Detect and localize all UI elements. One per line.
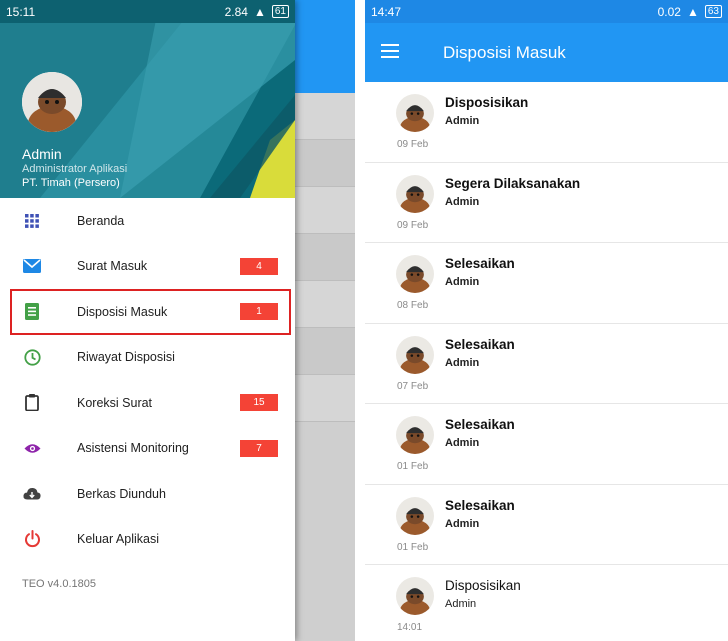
sender-name: Admin <box>445 598 477 610</box>
drawer-header: 15:11 2.84 ▲ 61 Admin Administrator Apli… <box>0 0 295 198</box>
mail-icon <box>23 257 41 275</box>
count-badge: 1 <box>240 303 278 321</box>
app-bar: Disposisi Masuk <box>365 23 728 82</box>
navigation-drawer: 15:11 2.84 ▲ 61 Admin Administrator Apli… <box>0 0 295 641</box>
disposition-date: 09 Feb <box>397 139 429 150</box>
avatar <box>396 335 434 374</box>
disposition-title: Segera Dilaksanakan <box>445 175 581 191</box>
menu-item-asistensi-monitoring[interactable]: Asistensi Monitoring 7 <box>0 426 295 472</box>
battery-icon: 61 <box>271 5 289 18</box>
page-title: Disposisi Masuk <box>443 42 566 62</box>
profile-role: Administrator Aplikasi <box>22 163 128 175</box>
screen-divider <box>355 0 365 641</box>
menu-item-label: Beranda <box>77 213 125 228</box>
disposition-title: Disposisikan <box>445 578 521 593</box>
app-version: TEO v4.0.1805 <box>22 578 96 590</box>
profile-organization: PT. Timah (Persero) <box>22 177 120 189</box>
menu-item-keluar-aplikasi[interactable]: Keluar Aplikasi <box>0 517 295 563</box>
list-item[interactable]: Selesaikan Admin 08 Feb <box>365 243 728 324</box>
avatar <box>396 255 434 293</box>
menu-item-koreksi-surat[interactable]: Koreksi Surat 15 <box>0 380 295 426</box>
count-badge: 7 <box>240 439 278 457</box>
menu-item-label: Disposisi Masuk <box>77 304 168 319</box>
list-item[interactable]: Disposisikan Admin 09 Feb <box>365 82 728 163</box>
list-item[interactable]: Disposisikan Admin 14:01 <box>365 565 728 641</box>
count-badge: 4 <box>240 257 278 275</box>
signal-icon: ▲ <box>686 4 699 19</box>
clock-icon <box>23 348 41 366</box>
avatar <box>396 416 434 454</box>
menu-item-riwayat-disposisi[interactable]: Riwayat Disposisi <box>0 335 295 381</box>
left-screen: 15:11 2.84 ▲ 61 Admin Administrator Apli… <box>0 0 365 641</box>
disposition-title: Selesaikan <box>445 497 515 513</box>
disposition-title: Selesaikan <box>445 256 515 271</box>
status-time: 14:47 <box>371 4 402 19</box>
list-item[interactable]: Selesaikan Admin 01 Feb <box>365 484 728 565</box>
network-speed: 0.02 <box>657 4 681 19</box>
right-screen: 14:47 0.02 ▲ 63 Disposisi Masuk Disposis… <box>365 0 728 641</box>
menu-icon[interactable] <box>381 44 399 58</box>
status-bar: 14:47 0.02 ▲ 63 <box>365 0 728 23</box>
menu-item-label: Surat Masuk <box>77 259 148 274</box>
disposition-date: 09 Feb <box>397 219 429 231</box>
status-bar: 15:11 2.84 ▲ 61 <box>0 0 295 23</box>
disposition-date: 08 Feb <box>397 300 429 311</box>
grid-icon <box>23 212 41 230</box>
menu-item-label: Berkas Diunduh <box>77 486 166 501</box>
menu-item-label: Keluar Aplikasi <box>77 532 159 547</box>
drawer-menu: Beranda Surat Masuk 4 Disposisi Masuk 1 <box>0 198 295 562</box>
menu-item-berkas-diunduh[interactable]: Berkas Diunduh <box>0 471 295 517</box>
menu-item-label: Koreksi Surat <box>77 395 153 410</box>
menu-item-surat-masuk[interactable]: Surat Masuk 4 <box>0 244 295 290</box>
cloud-download-icon <box>23 485 41 503</box>
disposition-title: Selesaikan <box>445 417 515 432</box>
disposition-date: 07 Feb <box>397 380 429 392</box>
menu-item-label: Riwayat Disposisi <box>77 350 175 365</box>
avatar <box>396 496 434 535</box>
eye-icon <box>23 439 41 457</box>
disposition-title: Selesaikan <box>445 336 515 352</box>
disposition-title: Disposisikan <box>445 95 529 110</box>
profile-name: Admin <box>22 146 62 162</box>
list-item[interactable]: Selesaikan Admin 01 Feb <box>365 404 728 485</box>
count-badge: 15 <box>240 394 278 412</box>
signal-icon: ▲ <box>253 4 266 19</box>
sender-name: Admin <box>445 115 480 127</box>
avatar[interactable] <box>22 72 82 132</box>
sender-name: Admin <box>445 276 480 288</box>
sender-name: Admin <box>445 437 480 449</box>
menu-item-label: Asistensi Monitoring <box>77 441 189 456</box>
avatar <box>396 174 434 213</box>
list-item[interactable]: Selesaikan Admin 07 Feb <box>365 323 728 404</box>
disposition-list: Disposisikan Admin 09 Feb Segera Dilaksanak… <box>365 82 728 641</box>
clipboard-icon <box>23 394 41 412</box>
disposition-date: 14:01 <box>397 622 423 633</box>
menu-item-disposisi-masuk[interactable]: Disposisi Masuk 1 <box>10 289 291 335</box>
menu-item-beranda[interactable]: Beranda <box>0 198 295 244</box>
sender-name: Admin <box>445 356 480 369</box>
sender-name: Admin <box>445 195 480 208</box>
list-item[interactable]: Segera Dilaksanakan Admin 09 Feb <box>365 162 728 243</box>
status-time: 15:11 <box>6 4 36 19</box>
avatar <box>396 94 434 132</box>
avatar <box>396 577 434 615</box>
sender-name: Admin <box>445 517 480 530</box>
document-icon <box>23 303 41 321</box>
network-speed: 2.84 <box>224 4 248 19</box>
disposition-date: 01 Feb <box>397 541 429 553</box>
disposition-date: 01 Feb <box>397 461 429 472</box>
power-icon <box>23 530 41 548</box>
battery-icon: 63 <box>704 5 722 18</box>
